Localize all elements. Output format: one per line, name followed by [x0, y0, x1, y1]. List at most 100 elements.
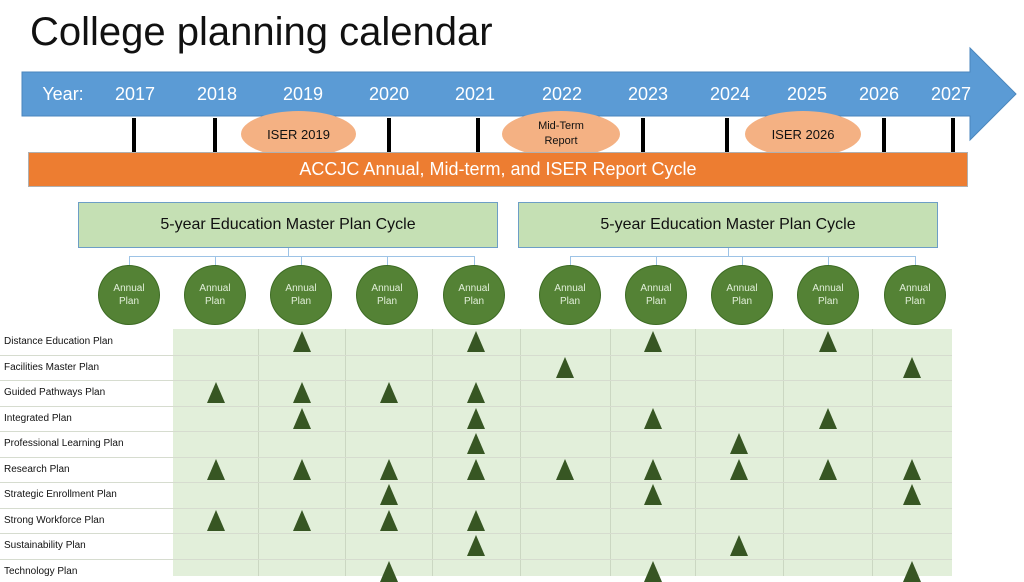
year-tick-2023	[641, 118, 645, 153]
plan-marker-triangle-icon	[644, 561, 662, 582]
grid-row-line	[0, 508, 952, 509]
plan-marker-triangle-icon	[467, 535, 485, 556]
year-label-2017: 2017	[114, 84, 156, 104]
grid-column-line	[258, 329, 259, 576]
milestone-iser-2019: ISER 2019	[241, 111, 356, 157]
year-label-2027: 2027	[930, 84, 972, 104]
grid-row-line	[0, 431, 952, 432]
annual-plan-circle: Annual Plan	[184, 265, 246, 325]
plan-marker-triangle-icon	[644, 459, 662, 480]
plan-row-label: Technology Plan	[4, 566, 78, 577]
year-label-2018: 2018	[196, 84, 238, 104]
plan-marker-triangle-icon	[467, 408, 485, 429]
grid-row-line	[0, 380, 952, 381]
plan-marker-triangle-icon	[467, 331, 485, 352]
plan-marker-triangle-icon	[380, 484, 398, 505]
annual-plan-label: Annual Plan	[812, 283, 844, 307]
year-tick-2017	[132, 118, 136, 153]
plan-marker-triangle-icon	[380, 561, 398, 582]
year-label-2025: 2025	[786, 84, 828, 104]
plan-marker-triangle-icon	[903, 561, 921, 582]
milestone-iser-2026: ISER 2026	[745, 111, 861, 157]
plan-row-label: Guided Pathways Plan	[4, 387, 106, 398]
year-tick-2024	[725, 118, 729, 153]
plan-row-label: Professional Learning Plan	[4, 438, 124, 449]
plan-marker-triangle-icon	[293, 382, 311, 403]
annual-plan-circle: Annual Plan	[625, 265, 687, 325]
plan-marker-triangle-icon	[730, 433, 748, 454]
plan-marker-triangle-icon	[380, 510, 398, 531]
year-label-2026: 2026	[858, 84, 900, 104]
annual-plan-circle: Annual Plan	[711, 265, 773, 325]
connector-stem-1	[288, 248, 289, 256]
plan-marker-triangle-icon	[730, 459, 748, 480]
grid-column-line	[872, 329, 873, 576]
year-label-2024: 2024	[709, 84, 751, 104]
milestone-mid-term-report: Mid-Term Report	[502, 111, 620, 157]
master-plan-cycle-2: 5-year Education Master Plan Cycle	[518, 202, 938, 248]
annual-plan-circle: Annual Plan	[98, 265, 160, 325]
plan-row-label: Strong Workforce Plan	[4, 515, 105, 526]
year-tick-2026	[882, 118, 886, 153]
year-label-2020: 2020	[368, 84, 410, 104]
annual-plan-circle: Annual Plan	[884, 265, 946, 325]
plan-row-label: Facilities Master Plan	[4, 362, 100, 373]
year-label-2021: 2021	[454, 84, 496, 104]
annual-plan-circle: Annual Plan	[797, 265, 859, 325]
plan-marker-triangle-icon	[293, 510, 311, 531]
year-prefix-label: Year:	[42, 84, 84, 104]
plan-marker-triangle-icon	[207, 510, 225, 531]
plan-row-label: Strategic Enrollment Plan	[4, 489, 117, 500]
grid-column-line	[345, 329, 346, 576]
plan-marker-triangle-icon	[644, 408, 662, 429]
grid-column-line	[432, 329, 433, 576]
plan-marker-triangle-icon	[644, 331, 662, 352]
grid-column-line	[695, 329, 696, 576]
plan-marker-triangle-icon	[207, 459, 225, 480]
plan-marker-triangle-icon	[819, 331, 837, 352]
year-tick-2018	[213, 118, 217, 153]
annual-plan-label: Annual Plan	[458, 283, 490, 307]
annual-plan-label: Annual Plan	[899, 283, 931, 307]
grid-row-line	[0, 457, 952, 458]
grid-column-line	[520, 329, 521, 576]
plan-marker-triangle-icon	[380, 382, 398, 403]
plan-row-label: Research Plan	[4, 464, 70, 475]
plan-marker-triangle-icon	[819, 408, 837, 429]
plan-marker-triangle-icon	[380, 459, 398, 480]
milestone-mid-term-line2: Report	[544, 135, 578, 147]
connector-stem-2	[728, 248, 729, 256]
grid-row-line	[0, 533, 952, 534]
plan-marker-triangle-icon	[819, 459, 837, 480]
annual-plan-label: Annual Plan	[199, 283, 231, 307]
annual-plan-circle: Annual Plan	[539, 265, 601, 325]
grid-column-line	[610, 329, 611, 576]
year-label-2019: 2019	[282, 84, 324, 104]
annual-plan-label: Annual Plan	[113, 283, 145, 307]
plan-marker-triangle-icon	[293, 408, 311, 429]
plan-marker-triangle-icon	[556, 357, 574, 378]
plan-marker-triangle-icon	[467, 433, 485, 454]
plan-marker-triangle-icon	[207, 382, 225, 403]
plan-row-label: Integrated Plan	[4, 413, 72, 424]
master-plan-cycle-1: 5-year Education Master Plan Cycle	[78, 202, 498, 248]
plan-marker-triangle-icon	[467, 510, 485, 531]
plan-marker-triangle-icon	[644, 484, 662, 505]
year-tick-2020	[387, 118, 391, 153]
plan-row-label: Sustainability Plan	[4, 540, 86, 551]
plan-marker-triangle-icon	[903, 484, 921, 505]
annual-plan-circle: Annual Plan	[270, 265, 332, 325]
plan-marker-triangle-icon	[467, 382, 485, 403]
grid-row-line	[0, 406, 952, 407]
annual-plan-circle: Annual Plan	[356, 265, 418, 325]
grid-row-line	[0, 559, 952, 560]
grid-row-line	[0, 482, 952, 483]
year-tick-2021	[476, 118, 480, 153]
year-label-2023: 2023	[627, 84, 669, 104]
plan-marker-triangle-icon	[293, 459, 311, 480]
annual-plan-label: Annual Plan	[554, 283, 586, 307]
annual-plan-label: Annual Plan	[285, 283, 317, 307]
plan-marker-triangle-icon	[293, 331, 311, 352]
plan-marker-triangle-icon	[556, 459, 574, 480]
year-label-2022: 2022	[541, 84, 583, 104]
